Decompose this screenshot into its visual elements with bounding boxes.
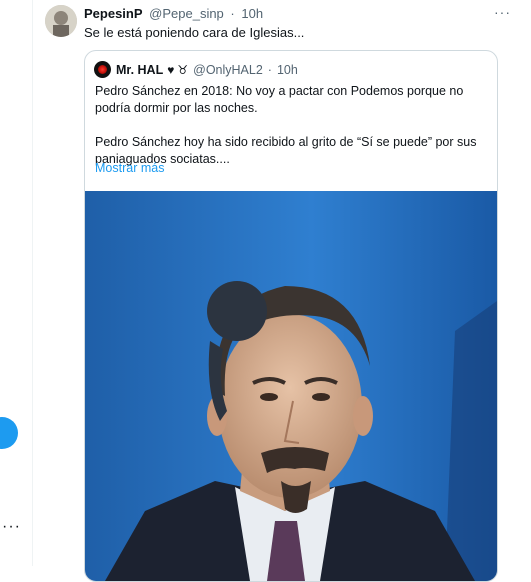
compose-button[interactable] [0, 417, 18, 449]
tweet-text: Se le está poniendo cara de Iglesias... [84, 25, 305, 40]
author-name[interactable]: PepesinP [84, 6, 143, 21]
more-options-icon[interactable]: ··· [494, 4, 511, 20]
tweet[interactable]: PepesinP @Pepe_sinp · 10h ··· Se le está… [32, 0, 531, 582]
photo[interactable] [85, 191, 497, 581]
more-menu-icon[interactable]: ··· [2, 518, 21, 536]
quoted-paragraph-1: Pedro Sánchez en 2018: No voy a pactar c… [95, 84, 464, 115]
quoted-tweet-time[interactable]: 10h [277, 63, 298, 77]
quoted-author-avatar[interactable] [94, 61, 111, 78]
heart-icon: ♥ [167, 62, 175, 77]
left-sidebar: ··· [0, 0, 33, 566]
tweet-header: PepesinP @Pepe_sinp · 10h [84, 6, 264, 21]
tweet-time[interactable]: 10h [241, 6, 263, 21]
quoted-tweet-header: Mr. HAL ♥ ♉ @OnlyHAL2 · 10h [94, 61, 298, 78]
show-more-link[interactable]: Mostrar más [95, 161, 164, 175]
quoted-tweet[interactable]: Mr. HAL ♥ ♉ @OnlyHAL2 · 10h Pedro Sánche… [84, 50, 498, 582]
avatar[interactable] [45, 5, 77, 37]
author-handle[interactable]: @Pepe_sinp [149, 6, 224, 21]
taurus-icon: ♉ [177, 62, 189, 77]
quoted-tweet-text: Pedro Sánchez en 2018: No voy a pactar c… [95, 83, 490, 168]
quoted-author-name[interactable]: Mr. HAL [116, 63, 163, 77]
quoted-author-handle[interactable]: @OnlyHAL2 [193, 63, 263, 77]
